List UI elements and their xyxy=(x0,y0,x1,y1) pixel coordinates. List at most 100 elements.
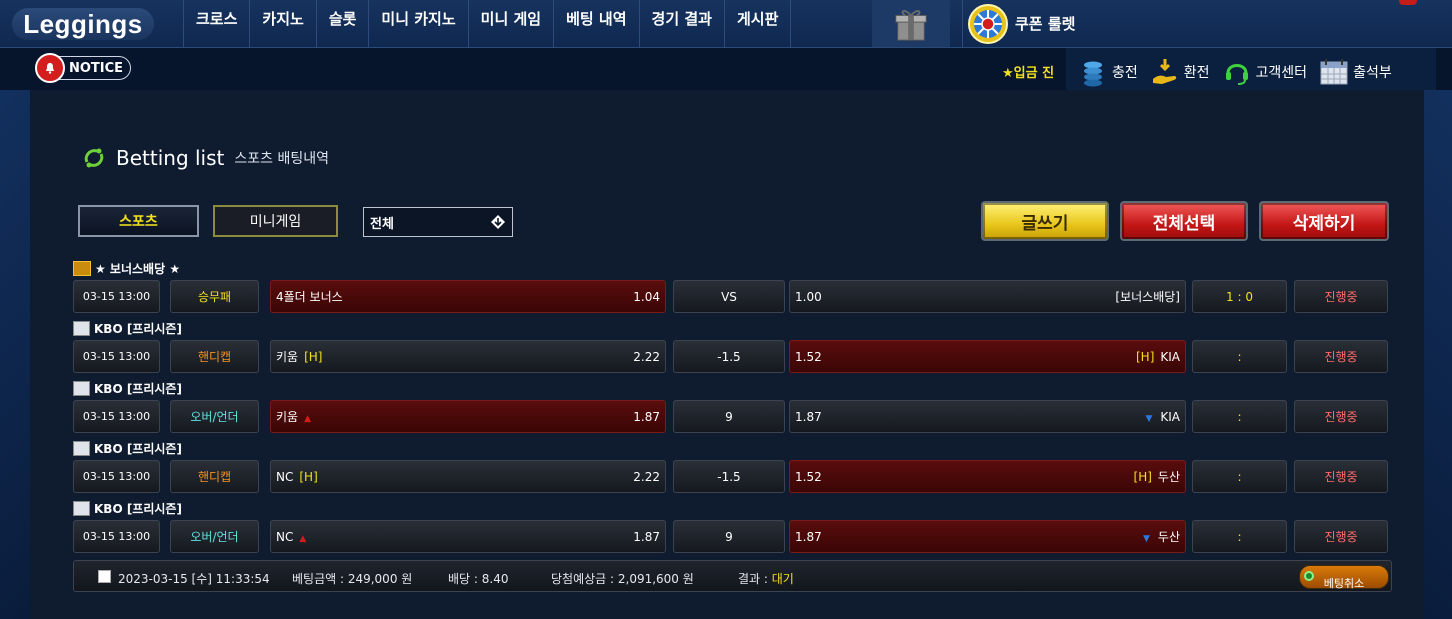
quick-deposit-label: 충전 xyxy=(1112,64,1138,81)
home-team-name: 키움 xyxy=(276,410,299,424)
summary-checkbox[interactable] xyxy=(98,570,111,583)
bet-line: 9 xyxy=(673,400,785,433)
filter-select[interactable]: 전체 xyxy=(363,207,513,237)
nav-item-mini-game[interactable]: 미니 게임 xyxy=(467,0,553,47)
league-name: KBO [프리시즌] xyxy=(94,321,182,336)
bet-type: 오버/언더 xyxy=(170,400,259,433)
bet-date: 03-15 13:00 xyxy=(73,520,160,553)
site-logo[interactable]: Leggings xyxy=(12,8,154,40)
nav-item-cross[interactable]: 크로스 xyxy=(183,0,249,47)
away-team-option[interactable]: 1.52 [H] 두산 xyxy=(789,460,1186,493)
quick-attendance[interactable]: 출석부 xyxy=(1319,57,1392,87)
home-team: NC [H] xyxy=(276,470,318,484)
away-team-option[interactable]: 1.00 [보너스배당] xyxy=(789,280,1186,313)
side-background-right xyxy=(1424,90,1452,619)
gift-button[interactable] xyxy=(872,0,950,47)
headset-icon xyxy=(1225,63,1248,85)
nav-item-slot[interactable]: 슬롯 xyxy=(315,0,369,47)
home-team-option[interactable]: 키움 [H] 2.22 xyxy=(270,340,666,373)
away-team-option[interactable]: 1.87 ▼ 두산 xyxy=(789,520,1186,553)
league-name: ★ 보너스배당 ★ xyxy=(95,261,181,276)
bet-line: -1.5 xyxy=(673,340,785,373)
tab-mini-game[interactable]: 미니게임 xyxy=(213,205,338,237)
quick-withdraw[interactable]: 환전 xyxy=(1150,57,1210,87)
bet-date: 03-15 13:00 xyxy=(73,280,160,313)
bet-line-text: -1.5 xyxy=(717,349,741,364)
summary-result: 결과 : 대기 xyxy=(738,570,794,587)
sub-bar: NOTICE ★입금 진 충전 환전 고객센터 출석부 xyxy=(0,48,1452,95)
league-header: KBO [프리시즌] xyxy=(73,440,182,456)
delete-button[interactable]: 삭제하기 xyxy=(1259,201,1389,241)
away-team: [H] KIA xyxy=(1136,350,1180,364)
cancel-dot-icon xyxy=(1304,571,1314,581)
bet-score: : xyxy=(1192,460,1287,493)
bet-status: 진행중 xyxy=(1294,520,1388,553)
under-arrow-icon: ▼ xyxy=(1142,534,1150,544)
bet-status: 진행중 xyxy=(1294,400,1388,433)
nav-item-board[interactable]: 게시판 xyxy=(723,0,792,47)
league-icon xyxy=(73,440,90,456)
home-odds: 1.87 xyxy=(633,409,660,424)
alert-tab[interactable] xyxy=(1399,0,1417,5)
away-team-name: KIA xyxy=(1160,409,1180,424)
league-name: KBO [프리시즌] xyxy=(94,381,182,396)
top-nav: Leggings 크로스 카지노 슬롯 미니 카지노 미니 게임 베팅 내역 경… xyxy=(0,0,1452,48)
bet-date: 03-15 13:00 xyxy=(73,340,160,373)
under-arrow-icon: ▼ xyxy=(1145,413,1153,424)
league-header: KBO [프리시즌] xyxy=(73,500,182,516)
bet-status: 진행중 xyxy=(1294,280,1388,313)
nav-item-betting-history[interactable]: 베팅 내역 xyxy=(553,0,638,47)
away-team: ▼ 두산 xyxy=(1143,528,1180,545)
home-team: NC ▲ xyxy=(276,530,306,544)
bet-summary: 2023-03-15 [수] 11:33:54 베팅금액 : 249,000 원… xyxy=(73,560,1392,592)
notice-button[interactable]: NOTICE xyxy=(35,53,131,83)
refresh-icon xyxy=(84,148,104,168)
away-team: [H] 두산 xyxy=(1134,468,1180,485)
bet-status-text: 진행중 xyxy=(1324,290,1358,304)
quick-deposit[interactable]: 충전 xyxy=(1078,57,1138,87)
notice-label: NOTICE xyxy=(69,60,124,76)
bet-cancel-label: 베팅취소 xyxy=(1323,577,1365,590)
bet-line-text: -1.5 xyxy=(717,469,741,484)
quick-attendance-label: 출석부 xyxy=(1353,64,1392,81)
bet-type: 승무패 xyxy=(170,280,259,313)
nav-item-casino[interactable]: 카지노 xyxy=(249,0,315,47)
away-team-option[interactable]: 1.87 ▼ KIA xyxy=(789,400,1186,433)
calendar-icon xyxy=(1320,58,1348,84)
league-header: KBO [프리시즌] xyxy=(73,380,182,396)
tab-sports[interactable]: 스포츠 xyxy=(78,205,199,237)
home-odds: 2.22 xyxy=(633,349,660,364)
bet-score-text: : xyxy=(1237,469,1242,484)
nav-item-mini-casino[interactable]: 미니 카지노 xyxy=(368,0,467,47)
league-icon xyxy=(73,500,90,516)
bonus-icon xyxy=(73,260,91,276)
bet-line: -1.5 xyxy=(673,460,785,493)
away-team-option[interactable]: 1.52 [H] KIA xyxy=(789,340,1186,373)
summary-expected: 당첨예상금 : 2,091,600 원 xyxy=(551,572,694,586)
home-team-name: NC xyxy=(276,529,294,544)
bet-score-text: : xyxy=(1237,349,1242,364)
bet-cancel-button[interactable]: 베팅취소 xyxy=(1299,565,1389,590)
quick-support[interactable]: 고객센터 xyxy=(1222,57,1307,87)
bet-type: 핸디캡 xyxy=(170,460,259,493)
coupon-roulette[interactable]: 쿠폰 룰렛 xyxy=(962,0,1075,47)
bet-score: 1 : 0 xyxy=(1192,280,1287,313)
over-arrow-icon: ▲ xyxy=(304,414,312,424)
away-odds: 1.87 xyxy=(795,529,822,544)
home-team: 키움 ▲ xyxy=(276,408,311,425)
away-team: ▼ KIA xyxy=(1145,410,1180,424)
home-tag: [H] xyxy=(299,469,318,484)
hand-coin-icon xyxy=(1152,58,1177,84)
home-odds: 1.04 xyxy=(633,289,660,304)
home-team-option[interactable]: NC ▲ 1.87 xyxy=(270,520,666,553)
away-team-name: [보너스배당] xyxy=(1115,290,1180,304)
league-name: KBO [프리시즌] xyxy=(94,501,182,516)
write-button[interactable]: 글쓰기 xyxy=(981,201,1109,241)
home-team-option[interactable]: 키움 ▲ 1.87 xyxy=(270,400,666,433)
bet-type-text: 오버/언더 xyxy=(190,530,239,544)
home-team-option[interactable]: 4폴더 보너스 1.04 xyxy=(270,280,666,313)
home-team-option[interactable]: NC [H] 2.22 xyxy=(270,460,666,493)
nav-item-results[interactable]: 경기 결과 xyxy=(638,0,724,47)
select-all-button[interactable]: 전체선택 xyxy=(1120,201,1248,241)
page-title: Betting list 스포츠 배팅내역 xyxy=(82,146,329,170)
